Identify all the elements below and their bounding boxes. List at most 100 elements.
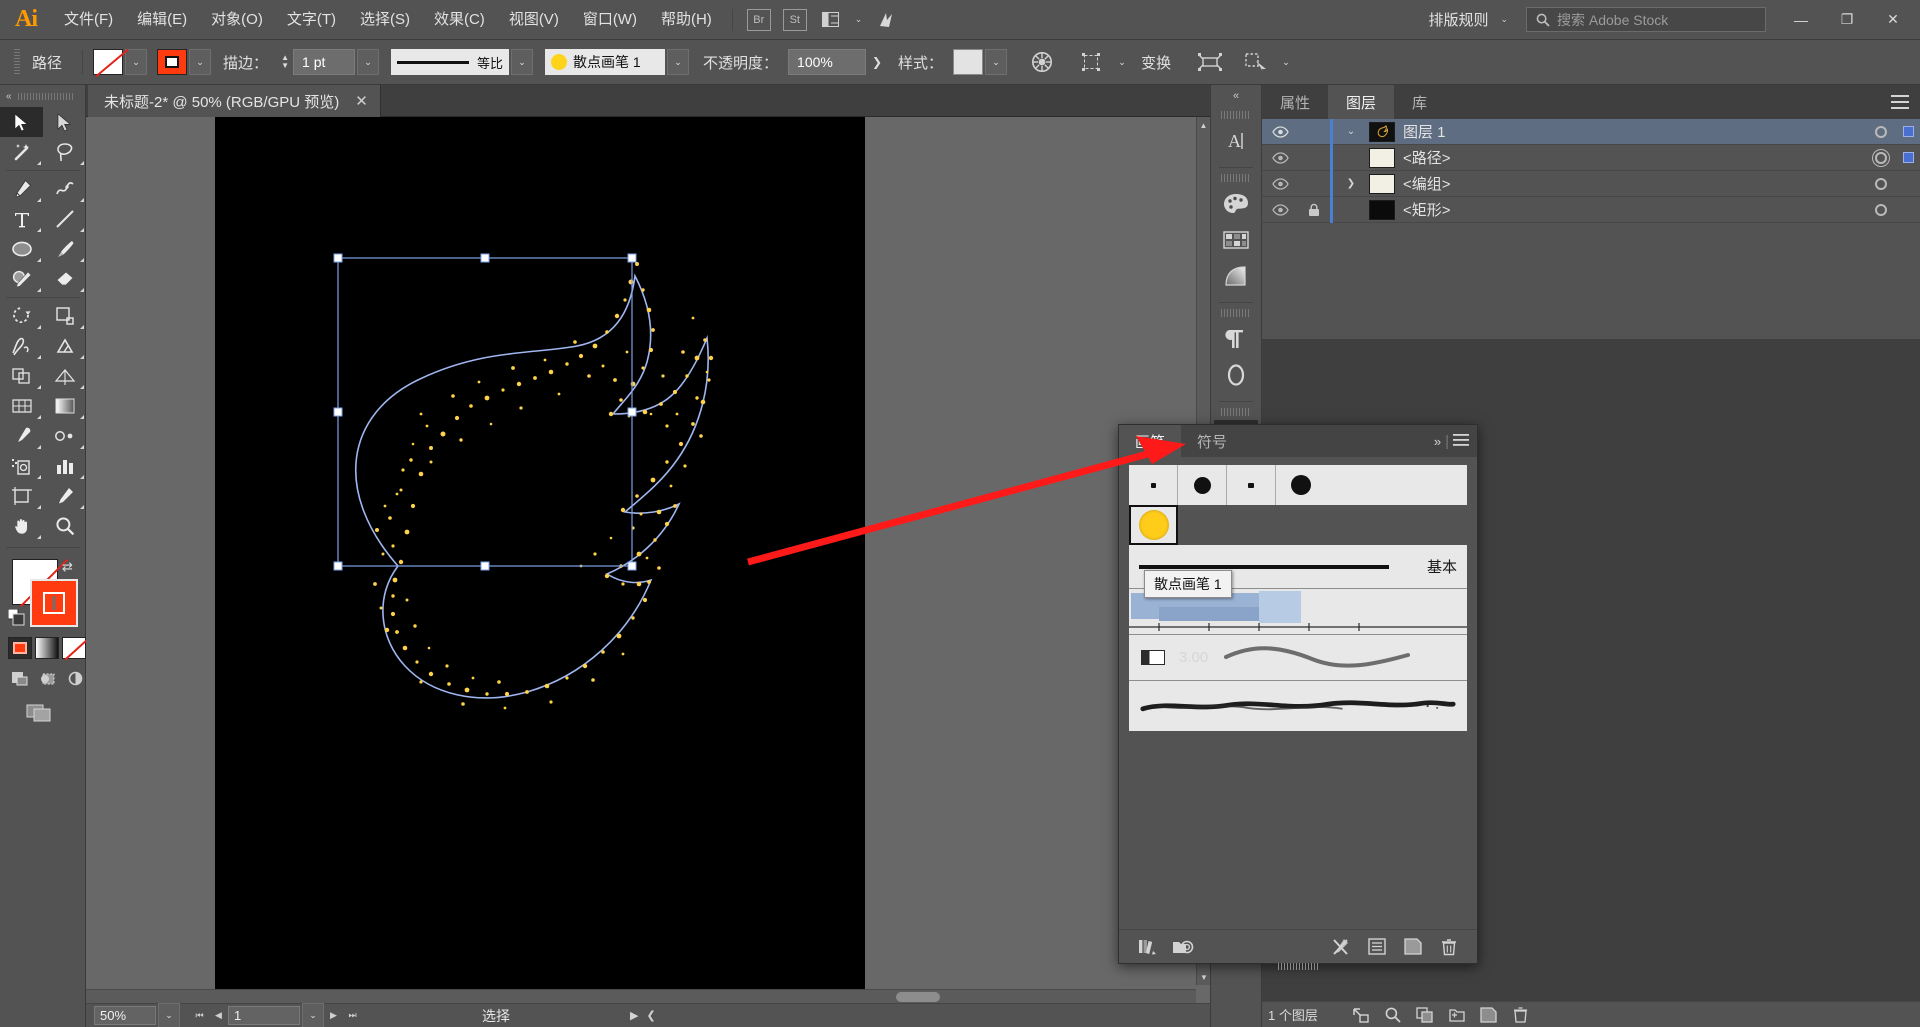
swap-fill-stroke-icon[interactable]: ⇄ bbox=[62, 559, 73, 575]
tools-panel-header[interactable]: « bbox=[0, 85, 85, 107]
mesh-tool[interactable] bbox=[0, 391, 43, 421]
make-clipping-mask-icon[interactable] bbox=[1410, 1003, 1440, 1027]
menu-view[interactable]: 视图(V) bbox=[497, 0, 571, 40]
magic-wand-tool[interactable] bbox=[0, 137, 43, 167]
tools-collapse-icon[interactable]: « bbox=[6, 91, 12, 102]
scroll-up-icon[interactable]: ▲ bbox=[1197, 117, 1210, 133]
slice-tool[interactable] bbox=[43, 481, 86, 511]
brush-dot-large[interactable] bbox=[1276, 465, 1325, 505]
stroke-weight-dropdown-button[interactable]: ⌄ bbox=[357, 49, 380, 75]
direct-selection-tool[interactable] bbox=[43, 107, 86, 137]
curvature-tool[interactable] bbox=[43, 174, 86, 204]
paragraph-panel-icon[interactable] bbox=[1214, 321, 1258, 357]
perspective-grid-tool[interactable] bbox=[43, 361, 86, 391]
shape-builder-icon[interactable] bbox=[1239, 47, 1273, 77]
window-minimize-button[interactable]: — bbox=[1778, 0, 1824, 40]
draw-behind-icon[interactable] bbox=[34, 667, 60, 689]
dock-grip-3[interactable] bbox=[1221, 309, 1251, 317]
brush-dot-medium[interactable] bbox=[1178, 465, 1227, 505]
align-icon[interactable] bbox=[1075, 47, 1109, 77]
selected-scatter-brush[interactable] bbox=[1129, 505, 1178, 545]
layer-visibility-toggle[interactable] bbox=[1262, 151, 1298, 164]
eraser-tool[interactable] bbox=[43, 264, 86, 294]
layer-target-indicator[interactable] bbox=[1866, 151, 1896, 164]
zoom-tool[interactable] bbox=[43, 511, 86, 541]
sync-settings-icon[interactable] bbox=[872, 7, 900, 33]
default-fill-stroke-icon[interactable] bbox=[7, 608, 26, 631]
canvas-horizontal-scrollbar[interactable] bbox=[86, 989, 1196, 1003]
stock-search-input[interactable]: 搜索 Adobe Stock bbox=[1526, 7, 1766, 32]
layer-expand-toggle[interactable]: ⌄ bbox=[1333, 126, 1369, 137]
menu-object[interactable]: 对象(O) bbox=[199, 0, 275, 40]
control-bar-grip[interactable] bbox=[14, 49, 20, 75]
stroke-profile-preview[interactable]: 等比 bbox=[391, 49, 510, 75]
layer-name[interactable]: 图层 1 bbox=[1403, 121, 1866, 142]
stroke-dropdown-button[interactable]: ⌄ bbox=[189, 49, 212, 75]
tab-brushes[interactable]: 画笔 bbox=[1119, 425, 1182, 457]
table-row[interactable]: ⌄ 图层 1 bbox=[1262, 118, 1920, 145]
draw-inside-icon[interactable] bbox=[62, 667, 88, 689]
brush-dot-tiny[interactable] bbox=[1129, 465, 1178, 505]
menu-type[interactable]: 文字(T) bbox=[275, 0, 348, 40]
table-row[interactable]: <路径> bbox=[1262, 144, 1920, 171]
previous-artboard-icon[interactable]: ◀ bbox=[209, 1006, 228, 1025]
line-segment-tool[interactable] bbox=[43, 204, 86, 234]
stock-icon[interactable]: St bbox=[781, 7, 809, 33]
align-dropdown-button[interactable]: ⌄ bbox=[1111, 49, 1133, 75]
scroll-down-icon[interactable]: ▼ bbox=[1197, 969, 1211, 985]
list-item[interactable]: 3.00 bbox=[1129, 635, 1467, 681]
tab-symbols[interactable]: 符号 bbox=[1181, 425, 1243, 457]
tab-layers[interactable]: 图层 bbox=[1328, 85, 1395, 119]
none-mode-button[interactable] bbox=[62, 637, 86, 659]
delete-selection-icon[interactable] bbox=[1506, 1003, 1536, 1027]
new-sublayer-icon[interactable] bbox=[1442, 1003, 1472, 1027]
status-expand-icon[interactable]: ▶ bbox=[630, 1009, 638, 1022]
symbol-sprayer-tool[interactable] bbox=[0, 451, 43, 481]
layer-visibility-toggle[interactable] bbox=[1262, 177, 1298, 190]
menu-edit[interactable]: 编辑(E) bbox=[125, 0, 199, 40]
rotate-tool[interactable] bbox=[0, 301, 43, 331]
artboard-dropdown-button[interactable]: ⌄ bbox=[302, 1002, 324, 1027]
expand-panel-icon[interactable]: » bbox=[1434, 434, 1441, 449]
lasso-tool[interactable] bbox=[43, 137, 86, 167]
character-panel-icon[interactable]: A bbox=[1214, 123, 1258, 159]
layer-name[interactable]: <路径> bbox=[1403, 147, 1866, 168]
workspace-switcher[interactable]: 排版规则 bbox=[1422, 9, 1494, 30]
zoom-dropdown-button[interactable]: ⌄ bbox=[158, 1002, 180, 1027]
stroke-weight-stepper[interactable]: ▲ ▼ bbox=[278, 49, 292, 75]
layer-lock-toggle[interactable] bbox=[1298, 203, 1330, 217]
menu-help[interactable]: 帮助(H) bbox=[649, 0, 724, 40]
tab-properties[interactable]: 属性 bbox=[1262, 85, 1329, 119]
layer-name[interactable]: <编组> bbox=[1403, 173, 1866, 194]
type-tool[interactable] bbox=[0, 204, 43, 234]
artboard[interactable] bbox=[215, 117, 865, 989]
stroke-profile-dropdown-button[interactable]: ⌄ bbox=[511, 49, 534, 75]
paintbrush-tool[interactable] bbox=[43, 234, 86, 264]
gradient-mode-button[interactable] bbox=[35, 637, 59, 659]
list-item[interactable] bbox=[1129, 681, 1467, 731]
new-layer-icon[interactable] bbox=[1474, 1003, 1504, 1027]
options-of-object-icon[interactable] bbox=[1361, 934, 1393, 960]
artboard-tool[interactable] bbox=[0, 481, 43, 511]
graphic-style-dropdown-button[interactable]: ⌄ bbox=[985, 49, 1008, 75]
layer-target-indicator[interactable] bbox=[1866, 177, 1896, 190]
remove-brush-stroke-icon[interactable] bbox=[1325, 934, 1357, 960]
artwork-scatter-brush-path[interactable] bbox=[215, 117, 865, 989]
canvas-area[interactable] bbox=[86, 117, 1210, 1003]
graphic-style-swatch[interactable] bbox=[953, 49, 984, 75]
color-panel-icon[interactable] bbox=[1214, 186, 1258, 222]
scale-tool[interactable] bbox=[43, 301, 86, 331]
recolor-artwork-icon[interactable] bbox=[1025, 47, 1059, 77]
layer-visibility-toggle[interactable] bbox=[1262, 203, 1298, 216]
opacity-expand-button[interactable]: ❯ bbox=[866, 49, 888, 75]
tools-drag-grip[interactable] bbox=[17, 92, 73, 100]
layer-target-indicator[interactable] bbox=[1866, 125, 1896, 138]
change-screen-mode-icon[interactable] bbox=[26, 701, 56, 727]
shaper-tool[interactable] bbox=[0, 264, 43, 294]
pen-tool[interactable] bbox=[0, 174, 43, 204]
stroke-color-box[interactable] bbox=[30, 579, 78, 627]
locate-object-icon[interactable] bbox=[1346, 1003, 1376, 1027]
panel-menu-icon[interactable] bbox=[1880, 85, 1920, 119]
column-graph-tool[interactable] bbox=[43, 451, 86, 481]
blend-tool[interactable] bbox=[43, 421, 86, 451]
